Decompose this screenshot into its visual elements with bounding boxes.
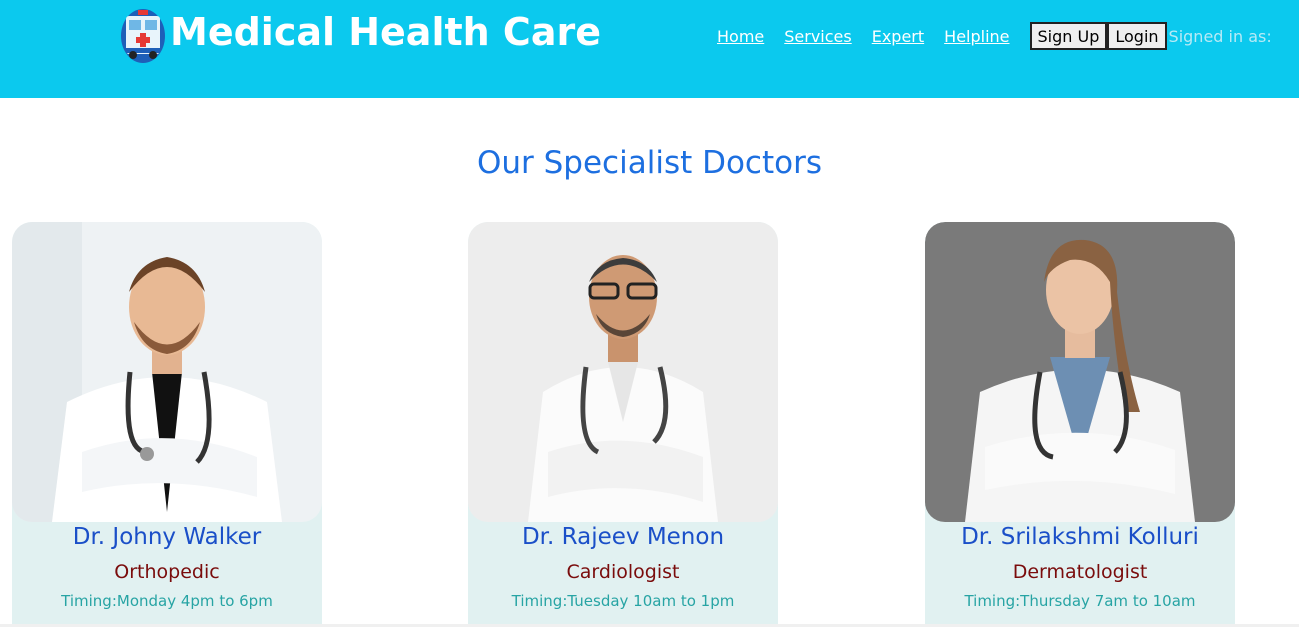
- ambulance-logo-icon[interactable]: [120, 4, 166, 64]
- signup-button[interactable]: Sign Up: [1029, 22, 1108, 50]
- nav-expert-link[interactable]: Expert: [872, 27, 924, 46]
- doctor-timing: Timing:Thursday 7am to 10am: [964, 592, 1196, 610]
- nav-services-link[interactable]: Services: [784, 27, 851, 46]
- doctor-timing: Timing:Monday 4pm to 6pm: [61, 592, 273, 610]
- doctor-card: Dr. Rajeev Menon Cardiologist Timing:Tue…: [468, 222, 778, 627]
- nav-home-link[interactable]: Home: [717, 27, 764, 46]
- doctor-specialty: Cardiologist: [566, 561, 680, 583]
- doctor-photo: [12, 222, 322, 522]
- doctor-photo: [925, 222, 1235, 522]
- doctor-name: Dr. Srilakshmi Kolluri: [961, 524, 1199, 550]
- brand-title: Medical Health Care: [170, 10, 601, 54]
- doctor-card: Dr. Johny Walker Orthopedic Timing:Monda…: [12, 222, 322, 627]
- doctor-specialty: Orthopedic: [114, 561, 220, 583]
- doctor-timing: Timing:Tuesday 10am to 1pm: [511, 592, 735, 610]
- doctor-name: Dr. Johny Walker: [72, 524, 262, 550]
- nav-helpline-link[interactable]: Helpline: [944, 27, 1009, 46]
- top-nav: Home Services Expert Helpline Sign Up Lo…: [717, 22, 1272, 50]
- doctor-specialty: Dermatologist: [1012, 561, 1148, 583]
- doctor-photo: [468, 222, 778, 522]
- section-heading: Our Specialist Doctors: [476, 145, 822, 181]
- login-button[interactable]: Login: [1107, 22, 1167, 50]
- doctor-card: Dr. Srilakshmi Kolluri Dermatologist Tim…: [925, 222, 1235, 627]
- doctor-name: Dr. Rajeev Menon: [521, 524, 725, 550]
- site-header: Medical Health Care Home Services Expert…: [0, 0, 1299, 98]
- signed-in-label: Signed in as:: [1168, 26, 1272, 46]
